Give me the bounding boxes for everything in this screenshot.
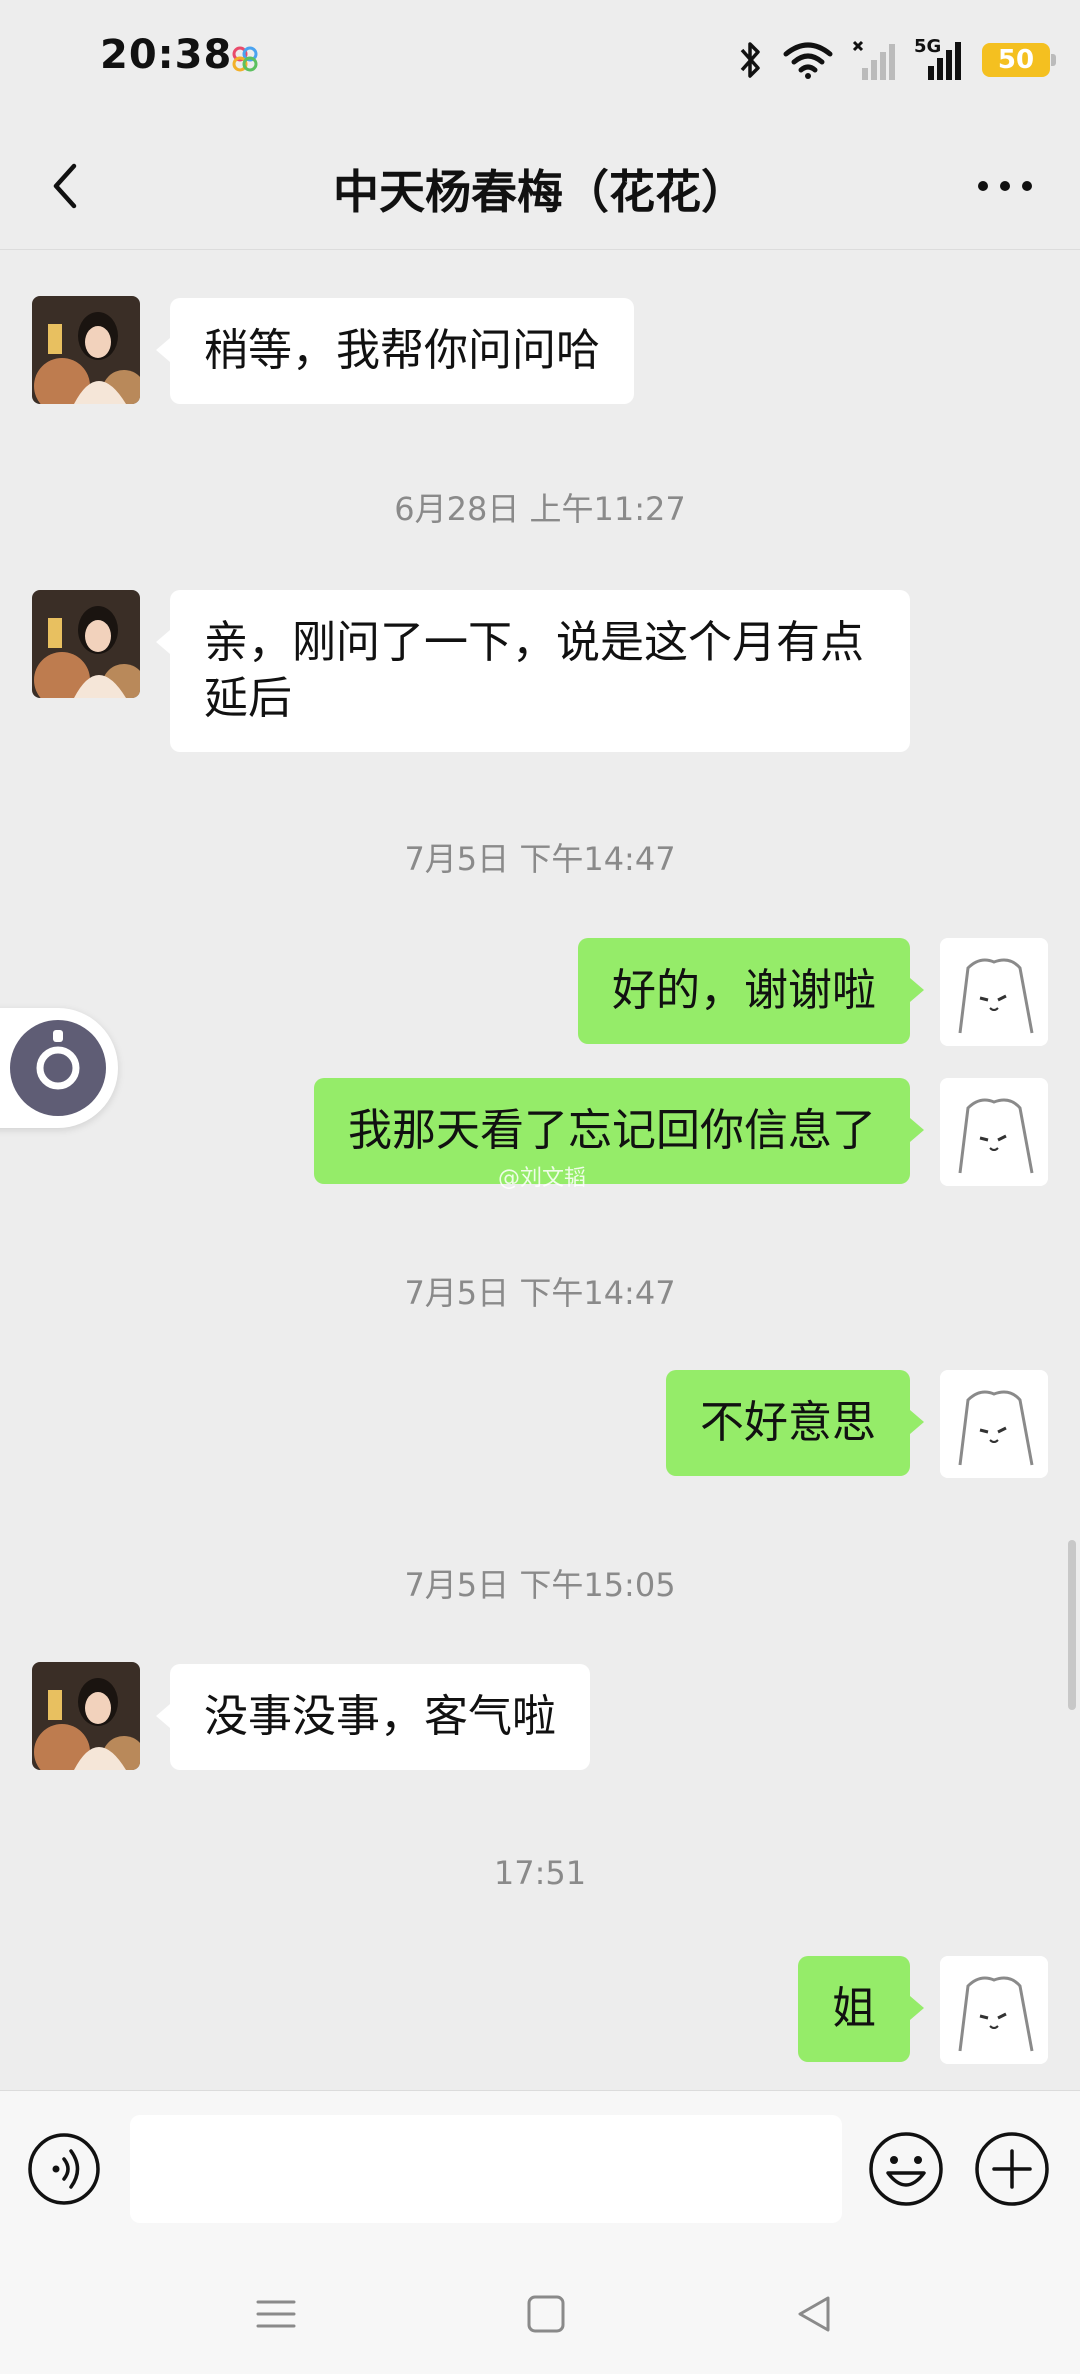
chat-title: 中天杨春梅（花花） [333, 165, 747, 219]
message-timestamp: 7月5日 下午14:47 [404, 840, 676, 878]
battery-indicator: 50 [982, 43, 1056, 77]
outgoing-message-bubble[interactable]: 好的，谢谢啦 [578, 938, 924, 1044]
system-nav-bar [0, 2250, 1080, 2374]
incoming-message-bubble[interactable]: 没事没事，客气啦 [156, 1664, 590, 1770]
floating-ring-icon [10, 1020, 106, 1116]
incoming-message-bubble[interactable]: 稍等，我帮你问问哈 [156, 298, 634, 404]
contact-avatar[interactable] [32, 590, 140, 698]
message-input-bar [0, 2090, 1080, 2250]
wifi-icon [783, 42, 833, 79]
message-timestamp: 7月5日 下午15:05 [404, 1566, 676, 1604]
home-square-icon[interactable] [518, 2286, 574, 2342]
menu-icon[interactable] [248, 2286, 304, 2342]
outgoing-message-bubble[interactable]: 不好意思 [666, 1370, 924, 1476]
my-avatar[interactable] [940, 1956, 1048, 2064]
battery-level: 50 [997, 45, 1035, 75]
my-avatar[interactable] [940, 938, 1048, 1046]
message-input[interactable] [130, 2115, 842, 2223]
signal-5g-icon: 5G [914, 36, 964, 80]
outgoing-message-bubble[interactable]: 姐 [798, 1956, 924, 2062]
incoming-message-bubble[interactable]: 亲，刚问了一下，说是这个月有点延后 [156, 590, 910, 752]
my-avatar[interactable] [940, 1370, 1048, 1478]
contact-avatar[interactable] [32, 1662, 140, 1770]
bluetooth-icon [740, 42, 760, 78]
scrollbar-thumb[interactable] [1068, 1540, 1076, 1710]
app-notification-icon [232, 46, 258, 72]
plus-icon[interactable] [972, 2129, 1052, 2209]
signal-weak-icon [852, 40, 895, 80]
status-icons: 5G 50 [738, 34, 1056, 86]
message-timestamp: 7月5日 下午14:47 [404, 1274, 676, 1312]
message-timestamp: 17:51 [493, 1854, 587, 1892]
emoji-icon[interactable] [866, 2129, 946, 2209]
message-timestamp: 6月28日 上午11:27 [394, 490, 686, 528]
watermark: @刘文韬 [498, 1166, 587, 1191]
status-bar: 20:38 5G 50 [0, 0, 1080, 120]
floating-assistant-button[interactable] [0, 1008, 118, 1128]
back-triangle-icon[interactable] [786, 2286, 842, 2342]
chat-header: 中天杨春梅（花花） [0, 120, 1080, 250]
status-time: 20:38 [100, 32, 233, 78]
outgoing-message-bubble[interactable]: 我那天看了忘记回你信息了 [314, 1078, 924, 1184]
my-avatar[interactable] [940, 1078, 1048, 1186]
contact-avatar[interactable] [32, 296, 140, 404]
ellipsis-icon[interactable] [970, 156, 1040, 216]
voice-icon[interactable] [26, 2131, 102, 2207]
